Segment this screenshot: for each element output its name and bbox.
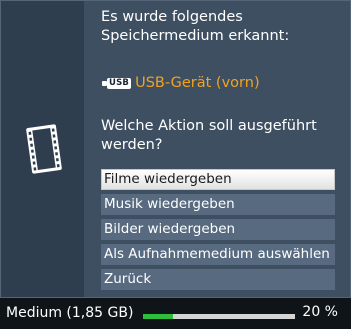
detected-message: Es wurde folgendes Speichermedium erkann… (101, 8, 289, 46)
storage-percent: 20 % (302, 304, 338, 320)
action-question: Welche Aktion soll ausgeführt werden? (101, 117, 317, 155)
message-line-1: Es wurde folgendes (101, 9, 243, 25)
question-line-2: werden? (101, 137, 163, 153)
option-play-music[interactable]: Musik wiedergeben (101, 194, 335, 215)
dialog-icon-pane (1, 1, 84, 297)
storage-progress-fill (143, 314, 174, 319)
medium-size-label: Medium (1,85 GB) (6, 305, 134, 321)
message-line-2: Speichermedium erkannt: (101, 28, 290, 44)
storage-progress-bar (143, 314, 295, 319)
device-name: USB-Gerät (vorn) (135, 75, 260, 91)
option-show-pictures[interactable]: Bilder wiedergeben (101, 219, 335, 240)
detected-device: USB USB-Gerät (vorn) (101, 73, 260, 93)
media-detected-dialog: Es wurde folgendes Speichermedium erkann… (0, 0, 351, 298)
option-set-recording-medium[interactable]: Als Aufnahmemedium auswählen (101, 244, 335, 265)
question-line-1: Welche Aktion soll ausgeführt (101, 118, 317, 134)
action-options-list: Filme wiedergeben Musik wiedergeben Bild… (101, 169, 335, 294)
option-back[interactable]: Zurück (101, 269, 335, 290)
film-strip-icon (26, 124, 62, 174)
option-play-movies[interactable]: Filme wiedergeben (101, 169, 335, 190)
usb-icon: USB (101, 77, 132, 89)
